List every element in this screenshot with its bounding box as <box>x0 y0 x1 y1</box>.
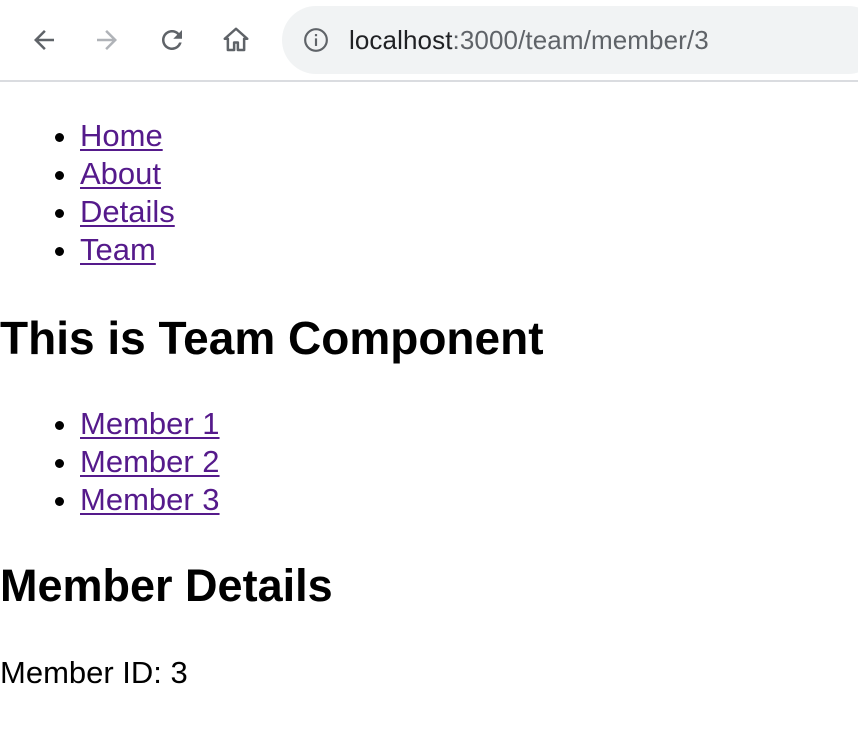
home-icon <box>223 27 249 52</box>
member-link-1[interactable]: Member 1 <box>80 406 220 441</box>
info-circle-icon[interactable] <box>303 27 329 53</box>
nav-item-home: Home <box>80 117 175 155</box>
member-item-2: Member 2 <box>80 443 220 481</box>
url-path: :3000/team/member/3 <box>452 25 709 55</box>
reload-icon <box>162 30 182 50</box>
member-item-3: Member 3 <box>80 481 220 519</box>
member-list: Member 1 Member 2 Member 3 <box>0 405 220 519</box>
nav-link-about[interactable]: About <box>80 156 161 191</box>
member-link-2[interactable]: Member 2 <box>80 444 220 479</box>
forward-button[interactable] <box>87 20 127 60</box>
nav-item-team: Team <box>80 231 175 269</box>
nav-item-details: Details <box>80 193 175 231</box>
team-heading: This is Team Component <box>0 312 544 364</box>
browser-toolbar: localhost:3000/team/member/3 <box>0 0 858 82</box>
reload-button[interactable] <box>152 20 192 60</box>
member-link-3[interactable]: Member 3 <box>80 482 220 517</box>
member-id-text: Member ID: 3 <box>0 655 188 690</box>
main-nav: Home About Details Team <box>0 117 175 269</box>
member-item-1: Member 1 <box>80 405 220 443</box>
address-bar[interactable]: localhost:3000/team/member/3 <box>282 6 858 74</box>
home-button[interactable] <box>216 20 256 60</box>
member-details-heading: Member Details <box>0 560 333 611</box>
nav-link-team[interactable]: Team <box>80 232 156 267</box>
arrow-left-icon <box>34 30 54 50</box>
url-host: localhost <box>349 25 453 55</box>
back-button[interactable] <box>24 20 64 60</box>
nav-item-about: About <box>80 155 175 193</box>
nav-link-home[interactable]: Home <box>80 118 163 153</box>
url-text[interactable]: localhost:3000/team/member/3 <box>349 6 709 74</box>
arrow-right-icon <box>97 30 117 50</box>
nav-link-details[interactable]: Details <box>80 194 175 229</box>
